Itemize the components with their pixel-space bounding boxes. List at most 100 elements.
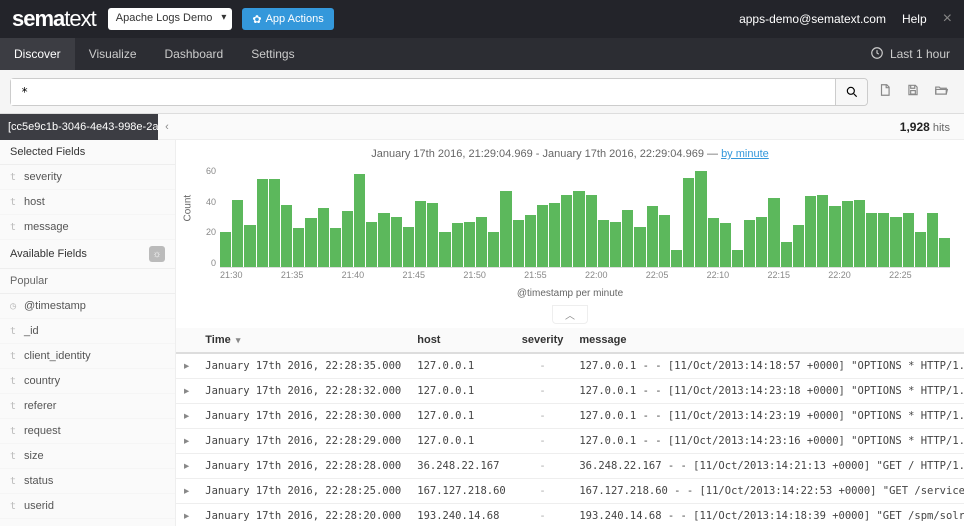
histogram-bar[interactable] — [720, 223, 731, 267]
field-userid[interactable]: tuserid — [0, 494, 175, 519]
expand-row-icon[interactable]: ▸ — [176, 479, 197, 504]
histogram-bar[interactable] — [269, 179, 280, 267]
table-row[interactable]: ▸January 17th 2016, 22:28:28.00036.248.2… — [176, 454, 964, 479]
search-button[interactable] — [835, 79, 867, 105]
histogram-bar[interactable] — [391, 217, 402, 268]
expand-row-icon[interactable]: ▸ — [176, 379, 197, 404]
histogram-bar[interactable] — [573, 191, 584, 267]
histogram-bar[interactable] — [903, 213, 914, 267]
histogram-bar[interactable] — [403, 227, 414, 267]
histogram-bar[interactable] — [549, 203, 560, 267]
interval-link[interactable]: by minute — [721, 148, 769, 160]
field-status[interactable]: tstatus — [0, 469, 175, 494]
time-range-picker[interactable]: Last 1 hour — [890, 47, 950, 61]
histogram-bar[interactable] — [939, 238, 950, 267]
field-country[interactable]: tcountry — [0, 369, 175, 394]
histogram-bar[interactable] — [817, 195, 828, 267]
histogram-bar[interactable] — [927, 213, 938, 267]
index-breadcrumb[interactable]: [cc5e9c1b-3046-4e43-998e-2a... — [0, 114, 158, 140]
histogram-bar[interactable] — [366, 222, 377, 267]
histogram-bar[interactable] — [305, 218, 316, 267]
nav-tab-visualize[interactable]: Visualize — [75, 38, 151, 70]
histogram-bar[interactable] — [671, 250, 682, 267]
histogram-bar[interactable] — [695, 171, 706, 267]
expand-row-icon[interactable]: ▸ — [176, 454, 197, 479]
col-severity[interactable]: severity — [514, 328, 572, 353]
field-message[interactable]: tmessage — [0, 215, 175, 240]
field-clientidentity[interactable]: tclient_identity — [0, 344, 175, 369]
histogram-bar[interactable] — [232, 200, 243, 267]
histogram-bar[interactable] — [647, 206, 658, 267]
histogram-bar[interactable] — [805, 196, 816, 267]
histogram-bar[interactable] — [915, 232, 926, 267]
table-row[interactable]: ▸January 17th 2016, 22:28:32.000127.0.0.… — [176, 379, 964, 404]
histogram-bar[interactable] — [415, 201, 426, 267]
close-icon[interactable]: × — [943, 10, 952, 28]
histogram-bar[interactable] — [378, 213, 389, 267]
histogram-bar[interactable] — [464, 222, 475, 267]
table-row[interactable]: ▸January 17th 2016, 22:28:29.000127.0.0.… — [176, 429, 964, 454]
histogram-bar[interactable] — [744, 220, 755, 267]
histogram-bar[interactable] — [659, 215, 670, 267]
field-index[interactable]: t_index — [0, 519, 175, 526]
histogram-bar[interactable] — [257, 179, 268, 267]
new-icon[interactable] — [878, 83, 892, 100]
nav-tab-discover[interactable]: Discover — [0, 38, 75, 70]
histogram-bar[interactable] — [878, 213, 889, 267]
field-host[interactable]: thost — [0, 190, 175, 215]
nav-tab-settings[interactable]: Settings — [237, 38, 308, 70]
save-icon[interactable] — [906, 83, 920, 100]
app-selector-dropdown[interactable]: Apache Logs Demo — [108, 8, 233, 30]
histogram-bar[interactable] — [244, 225, 255, 267]
col-time[interactable]: Time ▾ — [197, 328, 409, 353]
field-severity[interactable]: tseverity — [0, 165, 175, 190]
user-email[interactable]: apps-demo@sematext.com — [739, 12, 886, 26]
histogram-bar[interactable] — [476, 217, 487, 268]
field-timestamp[interactable]: ◷@timestamp — [0, 294, 175, 319]
histogram-bar[interactable] — [622, 210, 633, 267]
histogram-bar[interactable] — [610, 222, 621, 267]
histogram-chart[interactable]: Count 6040200 21:3021:3521:4021:4521:502… — [190, 166, 950, 286]
histogram-bar[interactable] — [488, 232, 499, 267]
col-host[interactable]: host — [409, 328, 514, 353]
histogram-bar[interactable] — [890, 217, 901, 268]
histogram-bar[interactable] — [281, 205, 292, 267]
search-input[interactable] — [11, 79, 835, 105]
histogram-bar[interactable] — [525, 215, 536, 267]
histogram-bar[interactable] — [452, 223, 463, 267]
histogram-bar[interactable] — [330, 228, 341, 267]
histogram-bar[interactable] — [561, 195, 572, 267]
collapse-sidebar-icon[interactable]: ‹ — [158, 121, 176, 133]
field-referer[interactable]: treferer — [0, 394, 175, 419]
histogram-bar[interactable] — [220, 232, 231, 267]
help-link[interactable]: Help — [902, 12, 927, 26]
histogram-bar[interactable] — [318, 208, 329, 267]
brand-logo[interactable]: sematext — [12, 6, 96, 32]
histogram-bar[interactable] — [513, 220, 524, 267]
histogram-bar[interactable] — [781, 242, 792, 267]
histogram-bar[interactable] — [293, 228, 304, 267]
histogram-bar[interactable] — [634, 227, 645, 267]
histogram-bar[interactable] — [829, 206, 840, 267]
histogram-bar[interactable] — [732, 250, 743, 267]
table-row[interactable]: ▸January 17th 2016, 22:28:30.000127.0.0.… — [176, 404, 964, 429]
histogram-bar[interactable] — [683, 178, 694, 267]
field-request[interactable]: trequest — [0, 419, 175, 444]
histogram-bar[interactable] — [756, 217, 767, 268]
expand-row-icon[interactable]: ▸ — [176, 353, 197, 379]
nav-tab-dashboard[interactable]: Dashboard — [151, 38, 238, 70]
open-folder-icon[interactable] — [934, 83, 948, 100]
histogram-bar[interactable] — [537, 205, 548, 267]
histogram-bar[interactable] — [866, 213, 877, 267]
histogram-bar[interactable] — [854, 200, 865, 267]
expand-row-icon[interactable]: ▸ — [176, 404, 197, 429]
histogram-bar[interactable] — [842, 201, 853, 267]
table-row[interactable]: ▸January 17th 2016, 22:28:35.000127.0.0.… — [176, 353, 964, 379]
histogram-bar[interactable] — [586, 195, 597, 267]
table-row[interactable]: ▸January 17th 2016, 22:28:20.000193.240.… — [176, 504, 964, 526]
collapse-chart-icon[interactable]: ︿ — [552, 305, 588, 324]
histogram-bar[interactable] — [598, 220, 609, 267]
col-message[interactable]: message — [571, 328, 964, 353]
app-actions-button[interactable]: ✿ App Actions — [242, 8, 333, 30]
histogram-bar[interactable] — [793, 225, 804, 267]
